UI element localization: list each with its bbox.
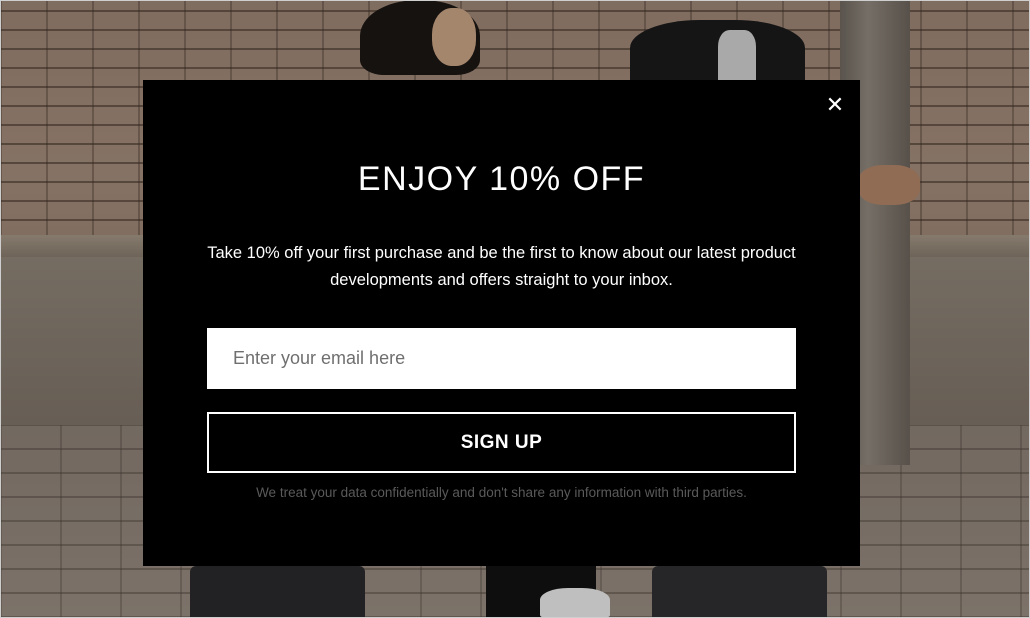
popup-description: Take 10% off your first purchase and be … <box>207 244 796 289</box>
popup-title: ENJOY 10% OFF <box>357 160 646 198</box>
privacy-disclaimer: We treat your data confidentially and do… <box>256 485 747 500</box>
email-input[interactable] <box>207 328 796 389</box>
signup-button[interactable]: SIGN UP <box>207 412 796 473</box>
close-icon[interactable]: ✕ <box>825 95 845 117</box>
newsletter-popup: ✕ ENJOY 10% OFF Take 10% off your first … <box>143 80 860 566</box>
